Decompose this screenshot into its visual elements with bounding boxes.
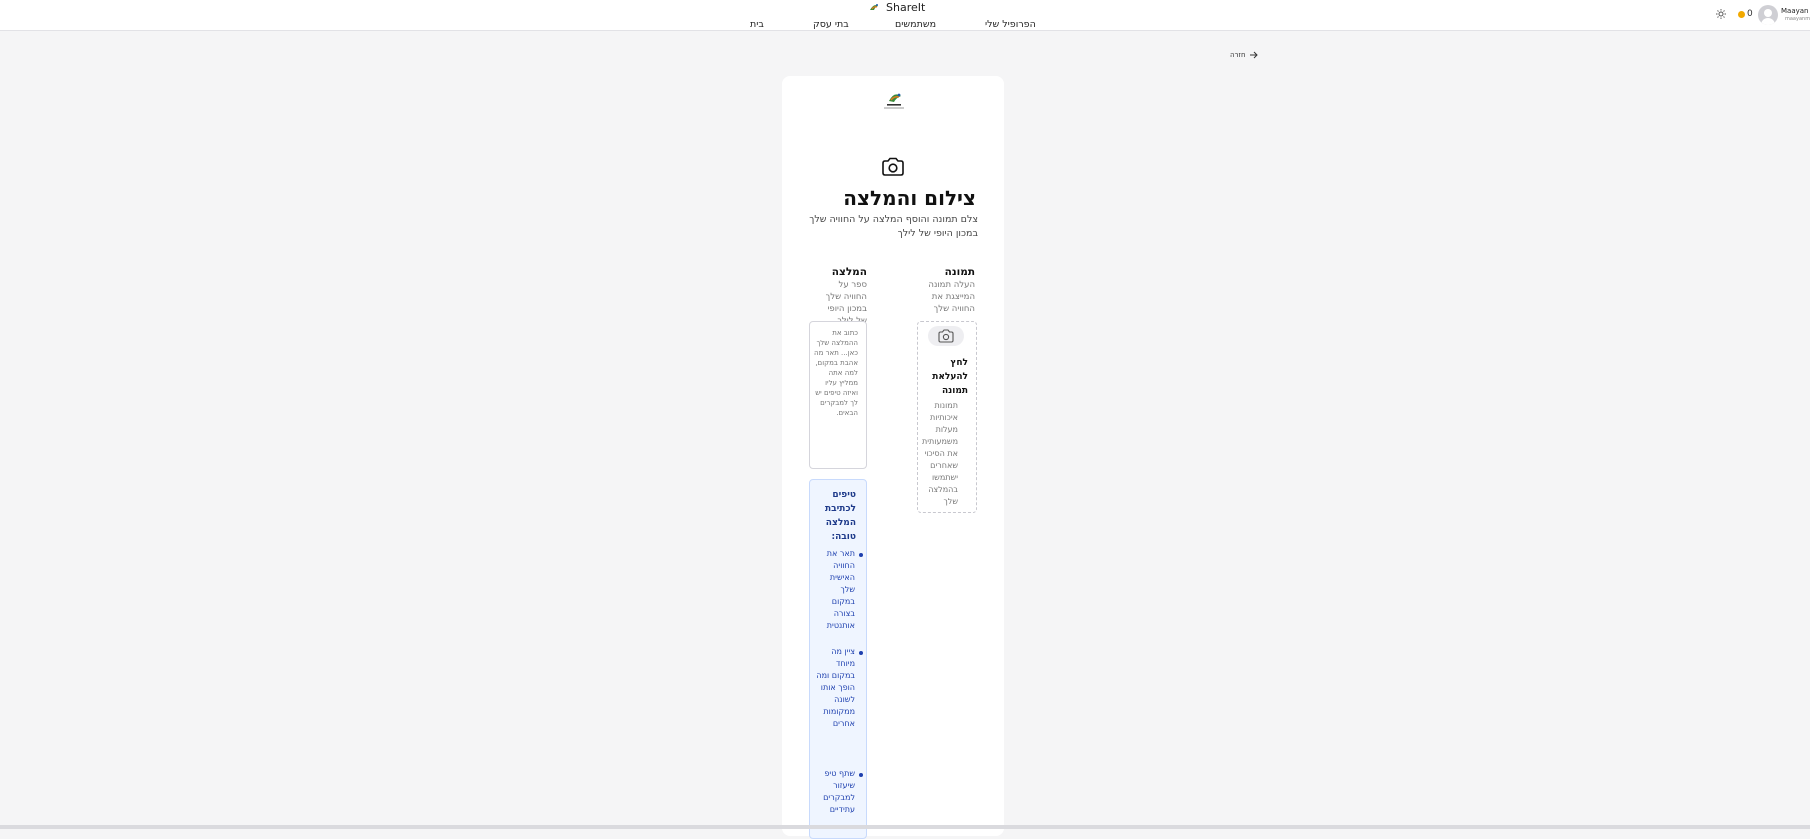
page-title: צילום והמלצה bbox=[843, 186, 976, 210]
review-section-title: המלצה bbox=[831, 266, 867, 278]
avatar-head-icon bbox=[1764, 9, 1772, 17]
upload-title: לחץ להעלאת תמונה bbox=[932, 358, 968, 396]
nav-my-profile[interactable]: הפרופיל שלי bbox=[985, 19, 1036, 30]
back-label: חזרה bbox=[1230, 51, 1246, 59]
photo-section-title: תמונה bbox=[944, 266, 975, 278]
nav-home[interactable]: בית bbox=[750, 19, 764, 30]
tips-box: טיפים לכתיבת המלצה טובה: תאר את החוויה ה… bbox=[809, 479, 867, 839]
top-navbar: ShareIt הפרופיל שלי משתמשים בתי עסק בית … bbox=[0, 0, 1810, 31]
brand[interactable]: ShareIt bbox=[868, 0, 925, 14]
camera-icon bbox=[938, 329, 954, 343]
bullet-icon bbox=[859, 651, 863, 655]
tip-item: ציין מה מיוחד במקום ומה הופך אותו לשונה … bbox=[816, 647, 855, 728]
brand-logo-icon bbox=[870, 4, 878, 10]
upload-desc: תמונות איכותיות מעלות משמעותית את הסיכוי… bbox=[921, 401, 958, 506]
review-textarea[interactable] bbox=[809, 321, 867, 469]
tip-item: שתף טיפ שיעזור למבקרים עתידיים bbox=[823, 769, 855, 814]
tips-title: טיפים לכתיבת המלצה טובה: bbox=[825, 490, 856, 542]
camera-icon bbox=[882, 157, 904, 176]
horizontal-scrollbar[interactable] bbox=[0, 825, 1810, 829]
coin-icon bbox=[1738, 10, 1745, 18]
avatar-body-icon bbox=[1761, 18, 1775, 25]
coins-badge: 0 bbox=[1738, 9, 1753, 19]
bullet-icon bbox=[859, 553, 863, 557]
page-subtitle: צלם תמונה והוסף המלצה על החוויה שלך במכו… bbox=[809, 214, 978, 239]
review-section-desc: ספר על החוויה שלך במכון היופי של לילך bbox=[825, 280, 867, 326]
bullet-icon bbox=[859, 773, 863, 777]
avatar[interactable] bbox=[1758, 5, 1778, 25]
upload-icon-pill bbox=[928, 326, 964, 346]
arrow-right-icon bbox=[1249, 51, 1258, 59]
tip-item: תאר את החוויה האישית שלך במקום בצורה אות… bbox=[826, 549, 855, 630]
photo-upload-dropzone[interactable]: לחץ להעלאת תמונה תמונות איכותיות מעלות מ… bbox=[917, 321, 977, 513]
business-logo bbox=[884, 93, 904, 109]
nav-users[interactable]: משתמשים bbox=[895, 19, 936, 30]
photo-section-desc: העלה תמונה המייצגת את החוויה שלך bbox=[928, 280, 975, 314]
app-title: ShareIt bbox=[886, 0, 926, 14]
user-email: maayanm bbox=[1785, 16, 1810, 22]
user-name: Maayan M bbox=[1781, 7, 1810, 15]
coin-count: 0 bbox=[1747, 9, 1753, 19]
back-button[interactable]: חזרה bbox=[1230, 51, 1258, 59]
nav-businesses[interactable]: בתי עסק bbox=[813, 19, 849, 30]
theme-toggle-icon[interactable] bbox=[1716, 9, 1726, 19]
